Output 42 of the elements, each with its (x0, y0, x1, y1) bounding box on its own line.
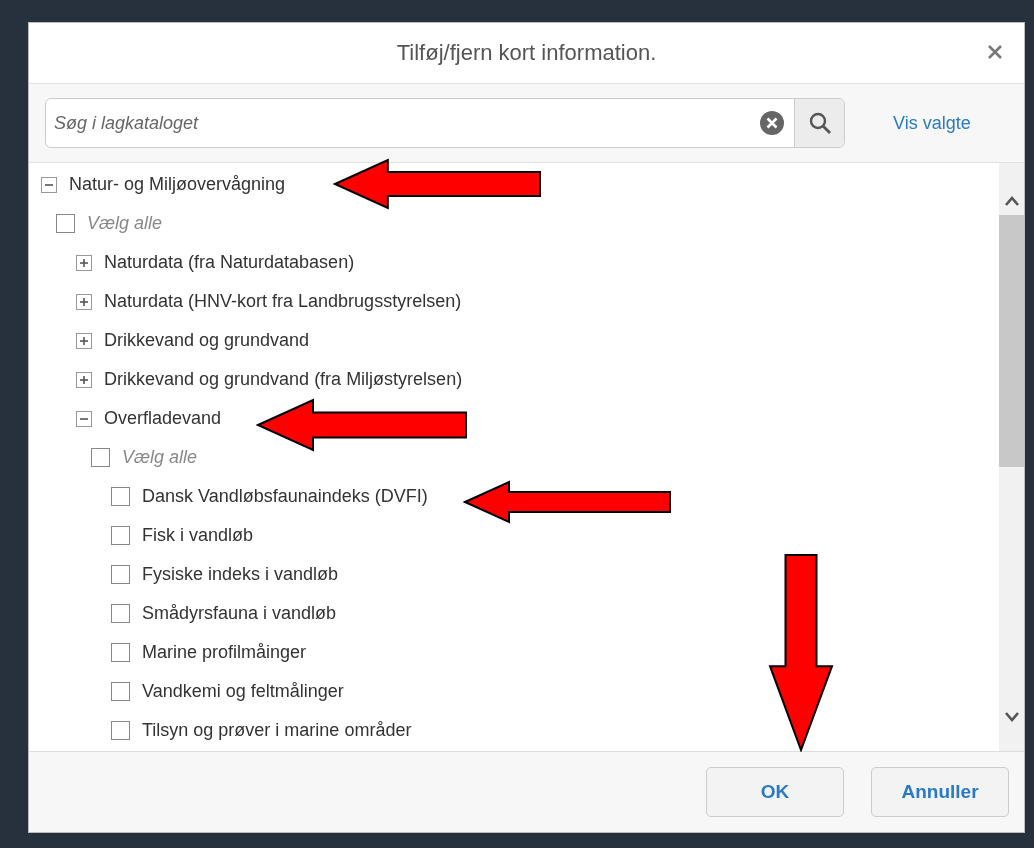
layer-label: Tilsyn og prøver i marine områder (142, 720, 412, 741)
layer-label: Smådyrsfauna i vandløb (142, 603, 337, 624)
group-label: Natur- og Miljøovervågning (69, 174, 286, 195)
checkbox[interactable] (111, 721, 130, 740)
chevron-down-icon[interactable] (1003, 711, 1020, 723)
checkbox[interactable] (91, 448, 110, 467)
layer-label: Dansk Vandløbsfaunaindeks (DVFI) (142, 486, 428, 507)
group-label: Naturdata (fra Naturdatabasen) (104, 252, 355, 273)
checkbox[interactable] (111, 643, 130, 662)
select-all-label: Vælg alle (122, 447, 198, 468)
checkbox[interactable] (56, 214, 75, 233)
checkbox[interactable] (111, 682, 130, 701)
tree-toggle[interactable] (41, 176, 57, 193)
checkbox[interactable] (111, 526, 130, 545)
cancel-button[interactable]: Annuller (871, 767, 1009, 817)
layer-label: Fysiske indeks i vandløb (142, 564, 339, 585)
scroll-thumb[interactable] (999, 215, 1024, 467)
scrollbar[interactable] (999, 163, 1024, 751)
group-label: Overfladevand (104, 408, 222, 429)
tree-toggle[interactable] (76, 293, 92, 310)
layer-label: Marine profilmåinger (142, 642, 307, 663)
tree-toggle[interactable] (76, 371, 92, 388)
checkbox[interactable] (111, 604, 130, 623)
dialog-title: Tilføj/fjern kort information. (396, 40, 657, 66)
tree-toggle[interactable] (76, 332, 92, 349)
layer-label: Fisk i vandløb (142, 525, 254, 546)
select-all-label: Vælg alle (87, 213, 163, 234)
group-label: Drikkevand og grundvand (fra Miljøstyrelsen) (104, 369, 463, 390)
tree-toggle[interactable] (76, 254, 92, 271)
clear-icon[interactable] (760, 111, 784, 135)
group-label: Drikkevand og grundvand (104, 330, 310, 351)
checkbox[interactable] (111, 565, 130, 584)
layer-label: Vandkemi og feltmålinger (142, 681, 344, 702)
ok-button[interactable]: OK (706, 767, 844, 817)
show-selected-link[interactable]: Vis valgte (893, 112, 971, 134)
search-icon[interactable] (807, 111, 832, 135)
search-button[interactable] (794, 99, 844, 147)
checkbox[interactable] (111, 487, 130, 506)
search-bar[interactable]: Søg i lagkataloget (45, 98, 845, 148)
tree-toggle[interactable] (76, 410, 92, 427)
chevron-up-icon[interactable] (1003, 195, 1020, 207)
group-label: Naturdata (HNV-kort fra Landbrugsstyrelsen) (104, 291, 462, 312)
